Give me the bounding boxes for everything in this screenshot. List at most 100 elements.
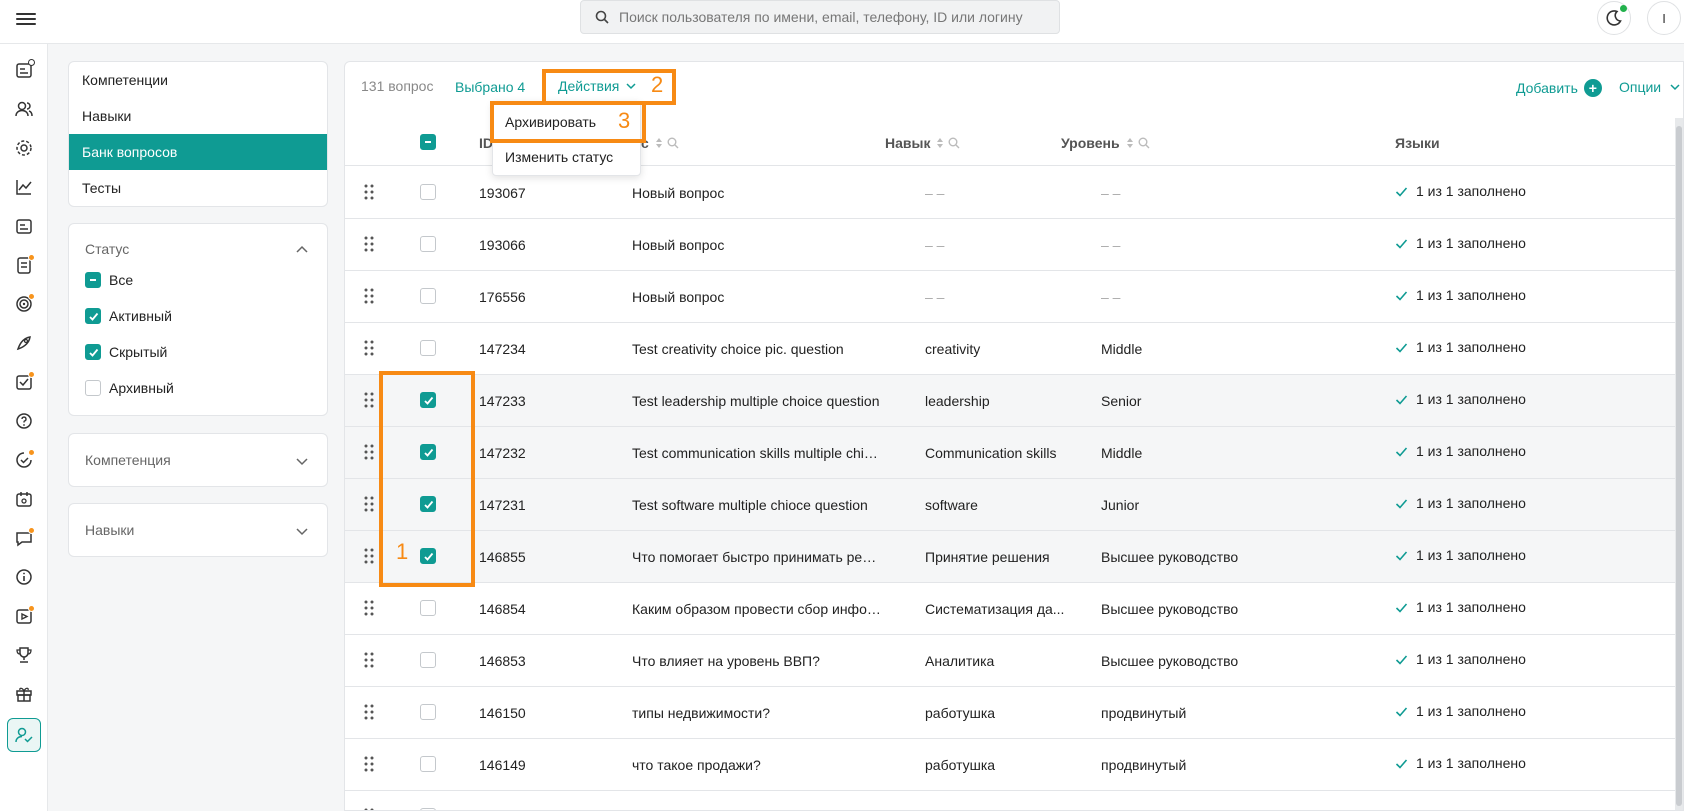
menu-icon[interactable]: [16, 10, 36, 30]
competence-filter[interactable]: Компетенция: [68, 433, 328, 487]
cell-question[interactable]: Test communication skills multiple chio.…: [632, 445, 882, 461]
table-row[interactable]: 147231 Test software multiple chioce ques…: [345, 479, 1683, 531]
drag-handle-icon[interactable]: [363, 287, 375, 305]
table-row[interactable]: 147232 Test communication skills multiple…: [345, 427, 1683, 479]
select-all-checkbox[interactable]: [420, 134, 436, 150]
progress-icon[interactable]: [13, 449, 35, 471]
users-icon[interactable]: [13, 98, 35, 120]
search-icon[interactable]: [1138, 137, 1150, 149]
search-icon[interactable]: [667, 137, 679, 149]
row-checkbox[interactable]: [420, 756, 436, 772]
nav-item-skills[interactable]: Навыки: [69, 98, 327, 134]
cell-question[interactable]: типы недвижимости?: [632, 705, 882, 721]
checkbox-unchecked[interactable]: [85, 380, 101, 396]
chevron-down-icon[interactable]: [295, 454, 309, 468]
cell-question[interactable]: Каким образом провести сбор инфор...: [632, 601, 882, 617]
theme-toggle-button[interactable]: [1597, 1, 1631, 35]
doc-icon[interactable]: [13, 215, 35, 237]
column-id[interactable]: ID: [479, 135, 493, 151]
target-icon[interactable]: [13, 293, 35, 315]
chart-icon[interactable]: [13, 176, 35, 198]
column-skill[interactable]: Навык: [885, 135, 960, 151]
cell-question[interactable]: Что влияет на уровень ВВП?: [632, 653, 882, 669]
table-row[interactable]: 146855 Что помогает быстро принимать реш.…: [345, 531, 1683, 583]
drag-handle-icon[interactable]: [363, 495, 375, 513]
row-checkbox[interactable]: [420, 548, 436, 564]
menu-item-change-status[interactable]: Изменить статус: [505, 149, 613, 165]
checkbox-checked[interactable]: [85, 308, 101, 324]
table-row[interactable]: 147234 Test creativity choice pic. questi…: [345, 323, 1683, 375]
calendar-icon[interactable]: [13, 488, 35, 510]
options-button[interactable]: Опции: [1619, 79, 1681, 95]
drag-handle-icon[interactable]: [363, 443, 375, 461]
sort-icon[interactable]: [936, 137, 944, 149]
cell-question[interactable]: Новый вопрос: [632, 289, 882, 305]
news-icon[interactable]: [13, 59, 35, 81]
row-checkbox[interactable]: [420, 236, 436, 252]
table-row[interactable]: 1461481 из 1 заполнено: [345, 791, 1683, 811]
drag-handle-icon[interactable]: [363, 391, 375, 409]
search-input[interactable]: [619, 9, 1059, 25]
checkbox-indeterminate[interactable]: [85, 272, 101, 288]
table-row[interactable]: 146854 Каким образом провести сбор инфор.…: [345, 583, 1683, 635]
avatar[interactable]: I: [1647, 1, 1681, 35]
cell-question[interactable]: Test software multiple chioce question: [632, 497, 882, 513]
table-row[interactable]: 193066 Новый вопрос – – – – 1 из 1 заполнено: [345, 219, 1683, 271]
scrollbar-thumb[interactable]: [1676, 126, 1682, 806]
user-search[interactable]: [580, 0, 1060, 34]
row-checkbox[interactable]: [420, 392, 436, 408]
drag-handle-icon[interactable]: [363, 599, 375, 617]
row-checkbox[interactable]: [420, 600, 436, 616]
cell-question[interactable]: Что помогает быстро принимать реш...: [632, 549, 882, 565]
sort-icon[interactable]: [655, 137, 663, 149]
question-icon[interactable]: [13, 410, 35, 432]
table-row[interactable]: 147233 Test leadership multiple choice qu…: [345, 375, 1683, 427]
row-checkbox[interactable]: [420, 288, 436, 304]
row-checkbox[interactable]: [420, 340, 436, 356]
drag-handle-icon[interactable]: [363, 755, 375, 773]
drag-handle-icon[interactable]: [363, 807, 375, 811]
video-icon[interactable]: [13, 605, 35, 627]
skills-filter[interactable]: Навыки: [68, 503, 328, 557]
gift-icon[interactable]: [13, 683, 35, 705]
chevron-up-icon[interactable]: [295, 243, 309, 257]
nav-item-question-bank[interactable]: Банк вопросов: [69, 134, 327, 170]
vertical-scrollbar[interactable]: [1675, 118, 1683, 810]
column-level[interactable]: Уровень: [1061, 135, 1150, 151]
cell-question[interactable]: Test leadership multiple choice question: [632, 393, 882, 409]
nav-item-tests[interactable]: Тесты: [69, 170, 327, 206]
table-row[interactable]: 146149 что такое продажи? работушка продвин…: [345, 739, 1683, 791]
drag-handle-icon[interactable]: [363, 547, 375, 565]
row-checkbox[interactable]: [420, 184, 436, 200]
add-question-button[interactable]: Добавить +: [1516, 79, 1602, 97]
list-icon[interactable]: [13, 254, 35, 276]
row-checkbox[interactable]: [420, 704, 436, 720]
table-row[interactable]: 146150 типы недвижимости? работушка продвин…: [345, 687, 1683, 739]
drag-handle-icon[interactable]: [363, 703, 375, 721]
actions-dropdown-button[interactable]: Действия: [558, 78, 637, 94]
gear-icon[interactable]: [13, 137, 35, 159]
search-icon[interactable]: [948, 137, 960, 149]
drag-handle-icon[interactable]: [363, 235, 375, 253]
chevron-down-icon[interactable]: [295, 524, 309, 538]
cell-question[interactable]: Новый вопрос: [632, 237, 882, 253]
drag-handle-icon[interactable]: [363, 651, 375, 669]
status-option-archived[interactable]: Архивный: [85, 380, 174, 396]
drag-handle-icon[interactable]: [363, 183, 375, 201]
drag-handle-icon[interactable]: [363, 339, 375, 357]
tasks-icon[interactable]: [13, 371, 35, 393]
info-icon[interactable]: [13, 566, 35, 588]
chat-icon[interactable]: [13, 527, 35, 549]
cell-question[interactable]: что такое продажи?: [632, 757, 882, 773]
status-option-hidden[interactable]: Скрытый: [85, 344, 167, 360]
nav-item-competences[interactable]: Компетенции: [69, 62, 327, 98]
cell-question[interactable]: Test creativity choice pic. question: [632, 341, 882, 357]
table-row[interactable]: 176556 Новый вопрос – – – – 1 из 1 заполнено: [345, 271, 1683, 323]
table-row[interactable]: 146853 Что влияет на уровень ВВП? Аналитик…: [345, 635, 1683, 687]
row-checkbox[interactable]: [420, 444, 436, 460]
status-option-all[interactable]: Все: [85, 272, 133, 288]
status-option-active[interactable]: Активный: [85, 308, 172, 324]
sort-icon[interactable]: [1126, 137, 1134, 149]
checkbox-checked[interactable]: [85, 344, 101, 360]
row-checkbox[interactable]: [420, 652, 436, 668]
